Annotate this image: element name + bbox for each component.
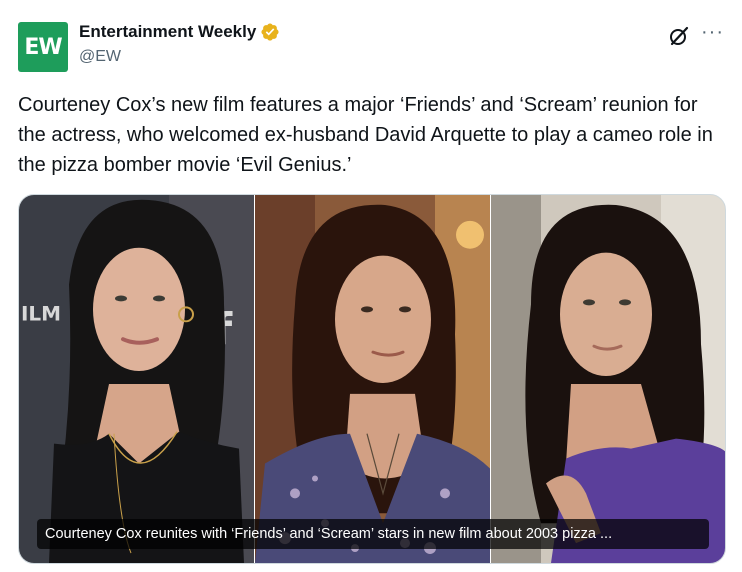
photo-purple-top-scene — [491, 195, 725, 563]
author-name-text: Entertainment Weekly — [79, 22, 257, 41]
more-options-icon[interactable]: ··· — [701, 22, 727, 46]
media-caption: Courteney Cox reunites with ‘Friends’ an… — [37, 519, 709, 549]
author-name[interactable]: Entertainment Weekly — [79, 22, 280, 42]
tweet-media[interactable]: ILM f — [18, 194, 726, 564]
avatar-text: EW — [24, 34, 62, 60]
grok-icon[interactable] — [667, 24, 691, 48]
photo-friends-scene — [255, 195, 490, 563]
avatar[interactable]: EW — [18, 22, 68, 72]
tweet-text: Courteney Cox’s new film features a majo… — [18, 94, 713, 176]
author-handle[interactable]: @EW — [79, 48, 121, 66]
photo-red-carpet: ILM f — [19, 195, 254, 563]
verified-badge-icon — [261, 23, 279, 41]
tweet-card: EW Entertainment Weekly @EW ··· Courtene… — [0, 0, 742, 572]
backdrop-text: ILM — [21, 301, 61, 325]
